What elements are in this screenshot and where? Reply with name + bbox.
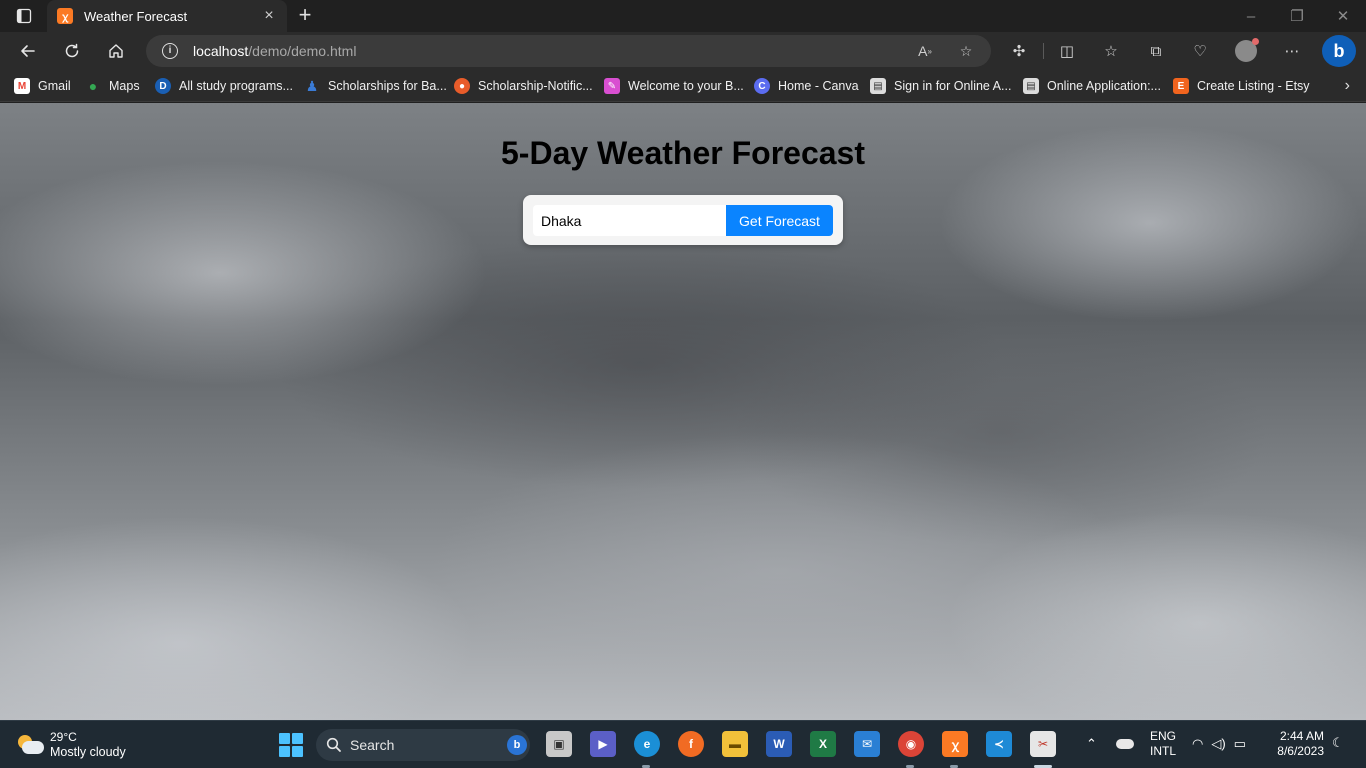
city-input[interactable] xyxy=(533,205,727,236)
wifi-icon[interactable]: ◠ xyxy=(1192,736,1203,752)
taskbar: 29°C Mostly cloudy Search b ▣ ▶ e f ▬ W … xyxy=(0,720,1366,768)
partly-cloudy-icon xyxy=(16,733,44,757)
etsy-icon: E xyxy=(1173,78,1189,94)
get-forecast-button[interactable]: Get Forecast xyxy=(726,205,833,236)
clock-date: 8/6/2023 xyxy=(1277,744,1324,758)
home-icon[interactable] xyxy=(102,37,130,65)
volume-icon[interactable]: ◁) xyxy=(1211,736,1225,752)
notification-icon: ● xyxy=(454,78,470,94)
bookmarks-bar: M Gmail ● Maps D All study programs... ♟… xyxy=(0,70,1366,102)
language-indicator[interactable]: ENG INTL xyxy=(1150,729,1176,759)
weather-temperature: 29°C xyxy=(50,730,77,744)
xampp-icon: ꭓ xyxy=(57,8,73,24)
teams-icon[interactable]: ▶ xyxy=(590,731,616,757)
gmail-icon: M xyxy=(14,78,30,94)
tab-title: Weather Forecast xyxy=(84,8,188,24)
edge-icon[interactable]: e xyxy=(634,731,660,757)
mail-icon[interactable]: ✉ xyxy=(854,731,880,757)
bing-icon[interactable]: b xyxy=(507,735,527,755)
address-bar[interactable]: i localhost/demo/demo.html A» ☆ xyxy=(146,35,991,67)
read-aloud-icon[interactable]: A» xyxy=(916,42,934,60)
bookmark-label: Welcome to your B... xyxy=(628,79,744,93)
onedrive-icon[interactable] xyxy=(1116,739,1134,749)
back-icon[interactable] xyxy=(14,37,42,65)
toolbar-divider xyxy=(1043,43,1044,59)
more-menu-icon[interactable]: ⋯ xyxy=(1282,41,1302,61)
excel-icon[interactable]: X xyxy=(810,731,836,757)
weather-description: Mostly cloudy xyxy=(50,745,126,759)
restore-icon[interactable]: ❐ xyxy=(1274,0,1320,32)
notifications-icon[interactable]: ☾ xyxy=(1332,735,1350,753)
daad-icon: D xyxy=(155,78,171,94)
tab-actions-icon[interactable] xyxy=(10,6,38,26)
taskbar-search[interactable]: Search b xyxy=(316,729,530,761)
keyboard-layout: INTL xyxy=(1150,744,1177,758)
bookmark-sign-in[interactable]: ▤ Sign in for Online A... xyxy=(870,77,1011,95)
close-window-icon[interactable]: ✕ xyxy=(1320,0,1366,32)
windows-start-icon[interactable] xyxy=(279,733,303,757)
favorites-icon[interactable]: ☆ xyxy=(1101,41,1121,61)
browser-titlebar: ꭓ Weather Forecast × + – ❐ ✕ xyxy=(0,0,1366,32)
search-label: Search xyxy=(350,737,395,753)
browser-essentials-icon[interactable]: ♡ xyxy=(1190,41,1210,61)
search-icon xyxy=(326,737,341,752)
navigation-bar: i localhost/demo/demo.html A» ☆ ✣ ◫ ☆ ⧉ … xyxy=(0,32,1366,70)
clock[interactable]: 2:44 AM 8/6/2023 xyxy=(1272,729,1324,759)
refresh-icon[interactable] xyxy=(58,37,86,65)
scholarship-icon: ♟ xyxy=(305,77,319,94)
maps-icon: ● xyxy=(88,78,98,94)
bookmark-scholarship-notification[interactable]: ● Scholarship-Notific... xyxy=(454,77,593,95)
extensions-icon[interactable]: ✣ xyxy=(1009,41,1029,61)
bookmark-label: Scholarship-Notific... xyxy=(478,79,593,93)
site-info-icon[interactable]: i xyxy=(162,43,178,59)
application-icon: ▤ xyxy=(1023,78,1039,94)
canva-icon: C xyxy=(754,78,770,94)
bookmark-label: Maps xyxy=(109,79,140,93)
bookmark-online-application[interactable]: ▤ Online Application:... xyxy=(1023,77,1161,95)
chevron-right-icon[interactable]: › xyxy=(1345,77,1350,95)
bookmark-label: Create Listing - Etsy xyxy=(1197,79,1310,93)
bookmark-welcome[interactable]: ✎ Welcome to your B... xyxy=(604,77,744,95)
battery-icon[interactable]: ▭ xyxy=(1234,736,1246,752)
bookmark-label: All study programs... xyxy=(179,79,293,93)
tab-weather-forecast[interactable]: ꭓ Weather Forecast × xyxy=(47,0,287,32)
signin-icon: ▤ xyxy=(870,78,886,94)
bookmark-label: Gmail xyxy=(38,79,71,93)
chrome-icon[interactable]: ◉ xyxy=(898,731,924,757)
xampp-taskbar-icon[interactable]: ꭓ xyxy=(942,731,968,757)
bookmark-etsy[interactable]: E Create Listing - Etsy xyxy=(1173,77,1310,95)
bookmark-canva[interactable]: C Home - Canva xyxy=(754,77,859,95)
firefox-icon[interactable]: f xyxy=(678,731,704,757)
page-title: 5-Day Weather Forecast xyxy=(501,135,865,171)
page-viewport: 5-Day Weather Forecast Get Forecast xyxy=(0,103,1366,720)
vscode-icon[interactable]: ≺ xyxy=(986,731,1012,757)
close-tab-icon[interactable]: × xyxy=(261,8,277,24)
bookmark-all-study-programs[interactable]: D All study programs... xyxy=(155,77,293,95)
clock-time: 2:44 AM xyxy=(1279,729,1324,743)
profile-avatar[interactable] xyxy=(1235,38,1259,62)
bookmark-scholarships[interactable]: ♟ Scholarships for Ba... xyxy=(304,77,447,95)
bing-chat-icon[interactable]: b xyxy=(1322,35,1356,67)
bookmark-label: Sign in for Online A... xyxy=(894,79,1012,93)
word-icon[interactable]: W xyxy=(766,731,792,757)
split-screen-icon[interactable]: ◫ xyxy=(1057,41,1077,61)
bookmark-label: Scholarships for Ba... xyxy=(328,79,447,93)
snipping-tool-icon[interactable]: ✂ xyxy=(1030,731,1056,757)
address-url[interactable]: localhost/demo/demo.html xyxy=(193,43,356,59)
favorite-star-icon[interactable]: ☆ xyxy=(957,42,975,60)
search-card: Get Forecast xyxy=(523,195,843,245)
minimize-icon[interactable]: – xyxy=(1228,0,1274,32)
bookmark-maps[interactable]: ● Maps xyxy=(85,77,140,95)
task-view-icon[interactable]: ▣ xyxy=(546,731,572,757)
file-explorer-icon[interactable]: ▬ xyxy=(722,731,748,757)
bookmark-label: Online Application:... xyxy=(1047,79,1161,93)
collections-icon[interactable]: ⧉ xyxy=(1146,41,1166,61)
new-tab-icon[interactable]: + xyxy=(294,4,316,26)
welcome-icon: ✎ xyxy=(604,78,620,94)
show-hidden-icons-icon[interactable]: ⌃ xyxy=(1086,736,1097,752)
language-code: ENG xyxy=(1150,729,1177,743)
bookmark-label: Home - Canva xyxy=(778,79,859,93)
bookmark-gmail[interactable]: M Gmail xyxy=(14,77,71,95)
weather-widget[interactable]: 29°C Mostly cloudy xyxy=(16,728,126,762)
